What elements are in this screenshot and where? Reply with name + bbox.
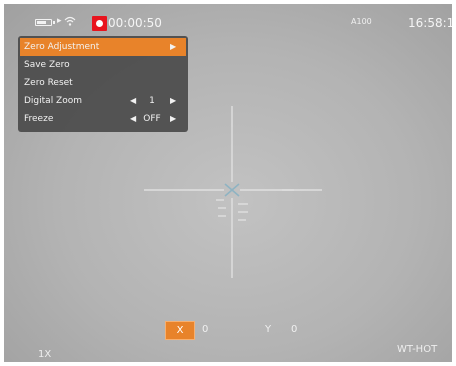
x-offset-value: 0 bbox=[202, 324, 209, 335]
y-axis-label[interactable]: Y bbox=[265, 324, 271, 335]
zoom-level: 1X bbox=[38, 349, 52, 360]
thermal-view: ▸ 00:00:50 A100 16:58:10 Zero Adjustment… bbox=[4, 4, 452, 362]
y-offset-value: 0 bbox=[291, 324, 298, 335]
x-axis-selector[interactable]: X bbox=[165, 321, 195, 340]
palette-mode: WT-HOT bbox=[397, 344, 438, 355]
crosshair-reticle bbox=[144, 106, 322, 278]
